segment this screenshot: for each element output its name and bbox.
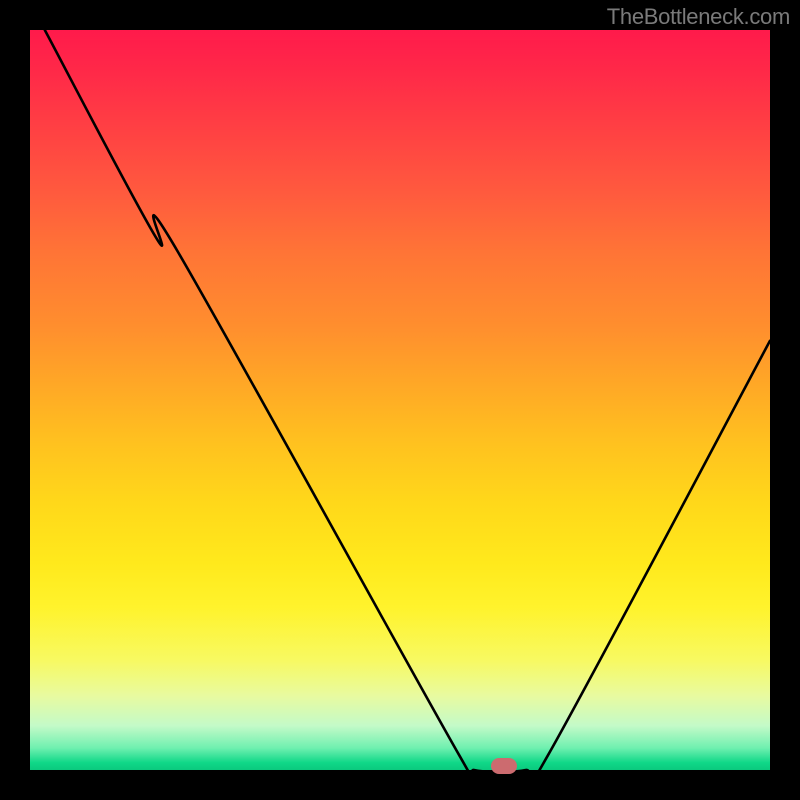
watermark-text: TheBottleneck.com bbox=[607, 4, 790, 30]
plot-area bbox=[30, 30, 770, 770]
marker-dot bbox=[491, 758, 517, 774]
curve-svg bbox=[30, 30, 770, 770]
curve-path bbox=[45, 30, 770, 770]
